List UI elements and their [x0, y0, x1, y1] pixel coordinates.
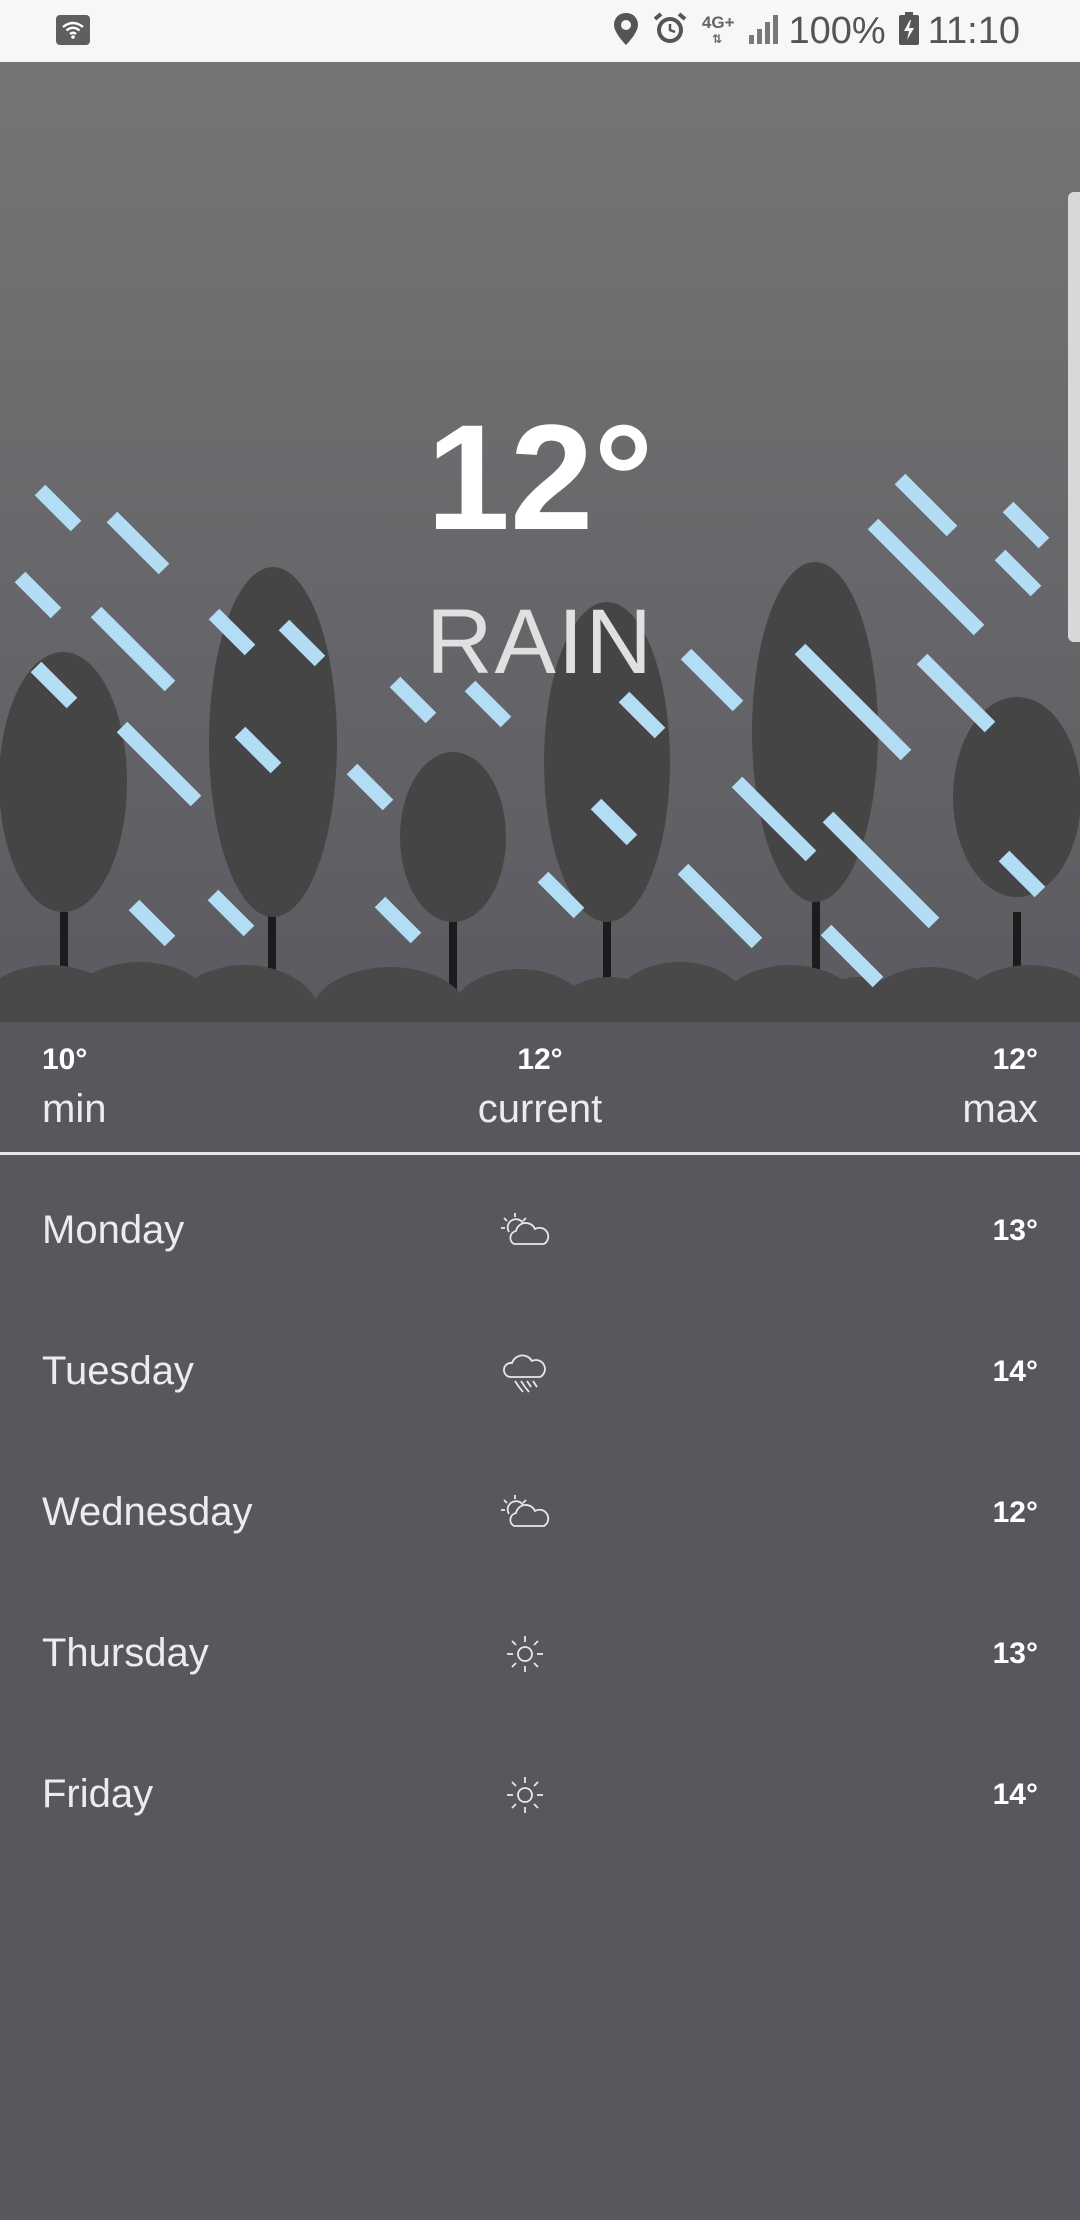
summary-max: 12° max: [962, 1042, 1038, 1134]
status-bar: 4G+ ⇅ 100% 11:10: [0, 0, 1080, 62]
sun-icon: [500, 1633, 550, 1675]
min-label: min: [42, 1087, 107, 1131]
forecast-row-thursday[interactable]: Thursday 13°: [0, 1583, 1080, 1724]
min-value: 10°: [42, 1043, 88, 1076]
forecast-high: 13°: [992, 1214, 1038, 1247]
wifi-icon: [56, 15, 90, 45]
summary-current: 12° current: [390, 1042, 690, 1134]
forecast-high: 12°: [992, 1496, 1038, 1529]
forecast-day: Wednesday: [42, 1490, 253, 1534]
forecast-day: Monday: [42, 1208, 185, 1252]
summary-min: 10° min: [42, 1042, 106, 1134]
forecast-day: Friday: [42, 1772, 154, 1816]
location-icon: [612, 11, 640, 52]
max-value: 12°: [992, 1043, 1038, 1076]
network-type: 4G+ ⇅: [701, 13, 735, 46]
rain-cloud-icon: [500, 1351, 550, 1393]
temperature-summary: 10° min 12° current 12° max: [0, 1022, 1080, 1155]
partly-cloudy-icon: [500, 1492, 550, 1534]
forecast-high: 14°: [992, 1355, 1038, 1388]
partly-cloudy-icon: [500, 1210, 550, 1252]
weather-hero: 12° RAIN: [0, 62, 1080, 1022]
weather-condition: RAIN: [426, 591, 654, 693]
max-label: max: [962, 1087, 1038, 1131]
weather-screen: 4G+ ⇅ 100% 11:10 12° RAIN 10° min 12° cu…: [0, 0, 1080, 2220]
battery-percent: 100%: [788, 9, 886, 52]
signal-icon: [747, 13, 781, 50]
current-value: 12°: [517, 1043, 563, 1076]
current-temperature: 12°: [426, 393, 654, 561]
forecast-row-tuesday[interactable]: Tuesday 14°: [0, 1301, 1080, 1442]
forecast-row-monday[interactable]: Monday 13°: [0, 1160, 1080, 1301]
forecast-row-wednesday[interactable]: Wednesday 12°: [0, 1442, 1080, 1583]
battery-icon: [898, 11, 920, 51]
forecast-row-friday[interactable]: Friday 14°: [0, 1724, 1080, 1865]
forecast-high: 14°: [992, 1778, 1038, 1811]
forecast-day: Thursday: [42, 1631, 209, 1675]
forecast-high: 13°: [992, 1637, 1038, 1670]
scroll-indicator[interactable]: [1068, 192, 1080, 642]
forecast-list: Monday 13° Tuesday 14° Wednesday 12° Thu…: [0, 1160, 1080, 1865]
alarm-icon: [652, 11, 688, 52]
clock: 11:10: [927, 9, 1020, 52]
sun-icon: [500, 1774, 550, 1816]
forecast-day: Tuesday: [42, 1349, 194, 1393]
current-label: current: [477, 1087, 603, 1131]
